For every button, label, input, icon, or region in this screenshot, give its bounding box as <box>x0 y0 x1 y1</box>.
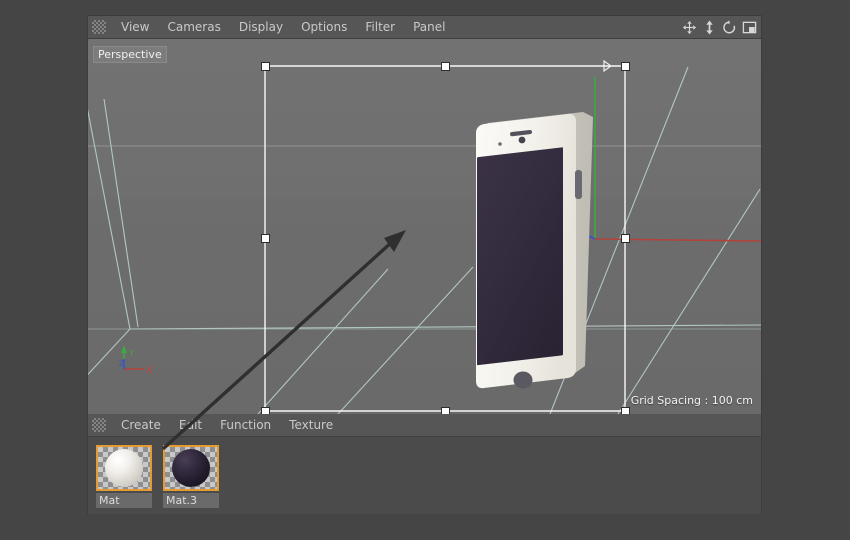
axis-gizmo: Y X Z <box>119 345 152 376</box>
menu-item-create[interactable]: Create <box>112 414 170 436</box>
menu-item-panel[interactable]: Panel <box>404 16 454 38</box>
material-name-label[interactable]: Mat <box>96 493 152 508</box>
drag-gripper-icon[interactable] <box>92 418 106 432</box>
drag-gripper-icon[interactable] <box>92 20 106 34</box>
material-item[interactable]: Mat <box>96 445 154 508</box>
menu-item-options[interactable]: Options <box>292 16 356 38</box>
menu-item-view[interactable]: View <box>112 16 158 38</box>
grid-spacing-label: Grid Spacing : 100 cm <box>630 394 753 407</box>
move-icon[interactable] <box>682 20 697 35</box>
material-preview-sphere <box>105 449 143 487</box>
menu-item-texture[interactable]: Texture <box>280 414 342 436</box>
material-menubar: Create Edit Function Texture <box>88 414 761 437</box>
viewport-menubar: View Cameras Display Options Filter Pane… <box>88 16 761 39</box>
menu-item-function[interactable]: Function <box>211 414 280 436</box>
cinema4d-window: View Cameras Display Options Filter Pane… <box>88 16 761 514</box>
axis-label-y: Y <box>128 349 134 358</box>
material-list: Mat Mat.3 <box>88 437 761 523</box>
axis-label-x: X <box>146 366 152 376</box>
viewport-view-controls <box>682 16 757 38</box>
axis-label-z: Z <box>119 359 125 368</box>
panel-layout-icon[interactable] <box>742 20 757 35</box>
menu-item-cameras[interactable]: Cameras <box>158 16 229 38</box>
material-manager: Create Edit Function Texture Mat Mat.3 <box>88 414 761 514</box>
material-item[interactable]: Mat.3 <box>163 445 221 508</box>
viewport-perspective-label[interactable]: Perspective <box>93 46 167 63</box>
material-thumbnail[interactable] <box>96 445 152 491</box>
perspective-viewport[interactable]: Y X Z Perspective Grid Spacing : 100 cm <box>88 39 761 414</box>
material-preview-sphere <box>172 449 210 487</box>
material-name-label[interactable]: Mat.3 <box>163 493 219 508</box>
material-thumbnail[interactable] <box>163 445 219 491</box>
scale-icon[interactable] <box>702 19 717 35</box>
rotate-icon[interactable] <box>722 19 737 35</box>
menu-item-edit[interactable]: Edit <box>170 414 211 436</box>
menu-item-display[interactable]: Display <box>230 16 292 38</box>
menu-item-filter[interactable]: Filter <box>356 16 404 38</box>
